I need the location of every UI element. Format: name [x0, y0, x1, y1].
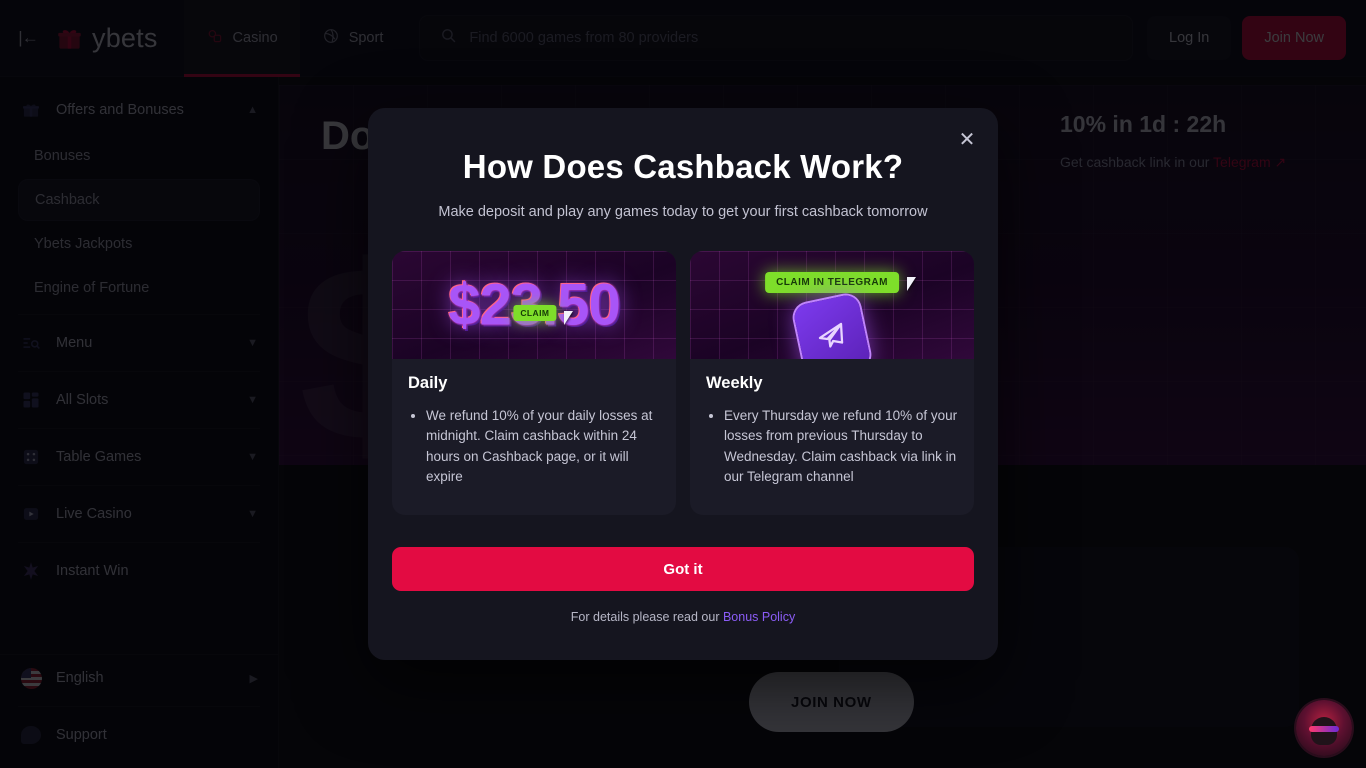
weekly-card-body: Weekly Every Thursday we refund 10% of y… [690, 359, 974, 487]
modal-subtitle: Make deposit and play any games today to… [438, 204, 928, 220]
close-icon[interactable]: ✕ [950, 122, 984, 156]
modal-footnote: For details please read our Bonus Policy [392, 610, 974, 624]
list-item: Every Thursday we refund 10% of your los… [724, 406, 958, 487]
card-heading: Weekly [706, 374, 763, 392]
got-it-button[interactable]: Got it [392, 547, 974, 591]
modal-title: How Does Cashback Work? [462, 148, 904, 185]
card-bullets: Every Thursday we refund 10% of your los… [706, 406, 958, 487]
footnote-prefix: For details please read our [570, 610, 723, 624]
telegram-logo-icon [792, 292, 872, 359]
claim-chip: CLAIM [513, 304, 557, 321]
card-bullets: We refund 10% of your daily losses at mi… [408, 406, 660, 487]
cursor-icon [564, 311, 573, 325]
card-weekly: CLAIM IN TELEGRAM Weekly Every Thursday … [690, 251, 974, 515]
daily-card-art: $23.50 CLAIM [392, 251, 676, 359]
cursor-icon [907, 277, 916, 291]
bonus-policy-link[interactable]: Bonus Policy [723, 610, 795, 624]
list-item: We refund 10% of your daily losses at mi… [426, 406, 660, 487]
claim-in-telegram-chip: CLAIM IN TELEGRAM [765, 272, 899, 293]
card-daily: $23.50 CLAIM Daily We refund 10% of your… [392, 251, 676, 515]
card-heading: Daily [408, 374, 448, 392]
avatar-visor [1309, 725, 1339, 732]
daily-card-body: Daily We refund 10% of your daily losses… [392, 359, 676, 487]
cashback-cards: $23.50 CLAIM Daily We refund 10% of your… [392, 251, 974, 515]
weekly-card-art: CLAIM IN TELEGRAM [690, 251, 974, 359]
cashback-info-modal: ✕ How Does Cashback Work? Make deposit a… [368, 108, 998, 660]
user-avatar[interactable] [1296, 700, 1352, 756]
